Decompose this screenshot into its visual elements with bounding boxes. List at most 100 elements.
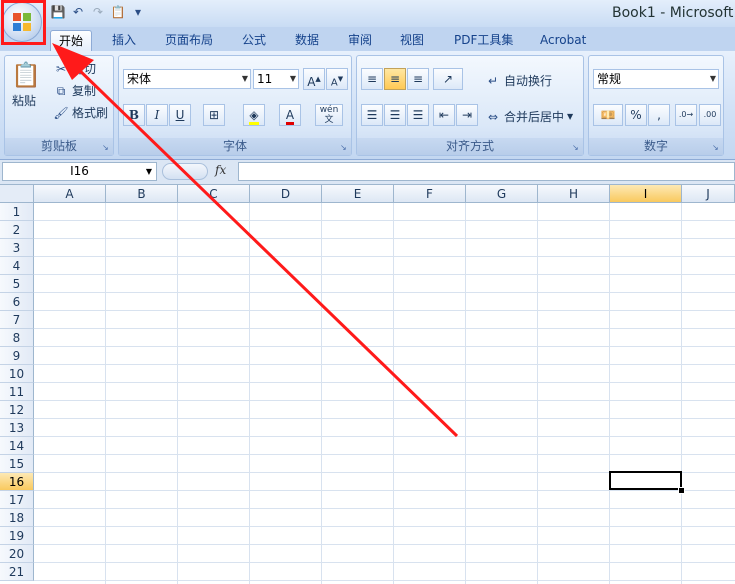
active-cell[interactable] xyxy=(609,471,682,490)
row-header-18[interactable]: 18 xyxy=(0,509,34,527)
align-left-button[interactable]: ☰ xyxy=(361,104,383,126)
row-header-15[interactable]: 15 xyxy=(0,455,34,473)
tab-acrobat[interactable]: Acrobat xyxy=(532,30,594,51)
select-all-button[interactable] xyxy=(0,185,34,203)
formula-bar: I16 ▼ fx xyxy=(0,160,735,185)
increase-indent-button[interactable]: ⇥ xyxy=(456,104,478,126)
worksheet-grid: ABCDEFGHIJ 1 2 3 4 5 6 7 8 9 10 11 12 13 14 15 16 17 18 19… xyxy=(0,185,735,584)
tab-data[interactable]: 数据 xyxy=(287,30,327,51)
tab-insert[interactable]: 插入 xyxy=(104,30,144,51)
tab-page-layout[interactable]: 页面布局 xyxy=(157,30,221,51)
grow-font-button[interactable]: A▲ xyxy=(303,68,325,90)
underline-button[interactable]: U xyxy=(169,104,191,126)
insert-function-icon[interactable]: fx xyxy=(215,163,226,177)
phonetic-button[interactable]: wén 文 xyxy=(315,104,343,126)
percent-button[interactable]: % xyxy=(625,104,647,126)
copy-icon: ⧉ xyxy=(56,83,66,98)
align-top-button[interactable]: ≡ xyxy=(361,68,383,90)
ribbon: 📋 粘贴 ✂ 剪切 ⧉ 复制 🖌 格式刷 剪贴板 ↘ 宋体 ▼ 11 ▼ A▲ A▼… xyxy=(0,51,735,160)
tab-pdf-tools[interactable]: PDF工具集 xyxy=(446,30,521,51)
column-header-G[interactable]: G xyxy=(466,185,538,203)
column-header-B[interactable]: B xyxy=(106,185,178,203)
borders-button[interactable]: ⊞ xyxy=(203,104,225,126)
align-middle-button[interactable]: ≡ xyxy=(384,68,406,90)
row-header-14[interactable]: 14 xyxy=(0,437,34,455)
row-header-4[interactable]: 4 xyxy=(0,257,34,275)
dialog-launcher-icon[interactable]: ↘ xyxy=(102,143,111,152)
row-header-1[interactable]: 1 xyxy=(0,203,34,221)
row-header-19[interactable]: 19 xyxy=(0,527,34,545)
row-header-6[interactable]: 6 xyxy=(0,293,34,311)
column-header-F[interactable]: F xyxy=(394,185,466,203)
wrap-text-button[interactable]: ↵ 自动换行 xyxy=(485,72,552,89)
decrease-decimal-button[interactable]: .00 xyxy=(699,104,721,126)
clipboard-group: 📋 粘贴 ✂ 剪切 ⧉ 复制 🖌 格式刷 剪贴板 ↘ xyxy=(4,55,114,156)
wrap-text-icon: ↵ xyxy=(487,73,499,88)
font-color-button[interactable]: A xyxy=(279,104,301,126)
font-name-select[interactable]: 宋体 ▼ xyxy=(123,69,251,89)
row-header-12[interactable]: 12 xyxy=(0,401,34,419)
row-header-20[interactable]: 20 xyxy=(0,545,34,563)
row-header-2[interactable]: 2 xyxy=(0,221,34,239)
align-bottom-button[interactable]: ≡ xyxy=(407,68,429,90)
row-header-9[interactable]: 9 xyxy=(0,347,34,365)
formula-bar-splitter[interactable] xyxy=(162,163,208,180)
row-header-21[interactable]: 21 xyxy=(0,563,34,581)
row-header-17[interactable]: 17 xyxy=(0,491,34,509)
row-header-7[interactable]: 7 xyxy=(0,311,34,329)
tab-view[interactable]: 视图 xyxy=(392,30,432,51)
increase-decimal-button[interactable]: .0→ xyxy=(675,104,697,126)
ribbon-tabs: 开始 插入 页面布局 公式 数据 审阅 视图 PDF工具集 Acrobat xyxy=(0,27,735,52)
title-bar: 💾 ↶ ↷ 📋 ▾ Book1 - Microsoft Ex xyxy=(0,0,735,27)
column-header-H[interactable]: H xyxy=(538,185,610,203)
cut-button[interactable]: ✂ 剪切 xyxy=(53,60,96,77)
dialog-launcher-icon[interactable]: ↘ xyxy=(712,143,721,152)
row-header-10[interactable]: 10 xyxy=(0,365,34,383)
fill-color-button[interactable]: ◈ xyxy=(243,104,265,126)
tab-home[interactable]: 开始 xyxy=(50,30,93,52)
shrink-font-button[interactable]: A▼ xyxy=(326,68,348,90)
save-icon[interactable]: 💾 xyxy=(50,4,66,20)
redo-icon[interactable]: ↷ xyxy=(90,4,106,20)
row-header-3[interactable]: 3 xyxy=(0,239,34,257)
fill-handle[interactable] xyxy=(678,487,685,494)
column-header-I[interactable]: I xyxy=(610,185,682,203)
orientation-button[interactable]: ↗ xyxy=(433,68,463,90)
format-painter-button[interactable]: 🖌 格式刷 xyxy=(53,104,108,121)
column-header-E[interactable]: E xyxy=(322,185,394,203)
font-size-select[interactable]: 11 ▼ xyxy=(253,69,299,89)
merge-center-button[interactable]: ⇔ 合并后居中 ▼ xyxy=(485,108,573,125)
comma-button[interactable]: , xyxy=(648,104,670,126)
bold-button[interactable]: B xyxy=(123,104,145,126)
column-header-J[interactable]: J xyxy=(682,185,735,203)
paste-icon[interactable]: 📋 xyxy=(110,4,126,20)
clipboard-icon: 📋 xyxy=(11,61,41,89)
accounting-format-button[interactable]: 💴 xyxy=(593,104,623,126)
name-box[interactable]: I16 ▼ xyxy=(2,162,157,181)
formula-input[interactable] xyxy=(238,162,735,181)
decrease-indent-button[interactable]: ⇤ xyxy=(433,104,455,126)
window-title: Book1 - Microsoft Ex xyxy=(612,5,735,21)
row-header-16[interactable]: 16 xyxy=(0,473,34,491)
align-center-button[interactable]: ☰ xyxy=(384,104,406,126)
dialog-launcher-icon[interactable]: ↘ xyxy=(340,143,349,152)
undo-icon[interactable]: ↶ xyxy=(70,4,86,20)
paste-button[interactable]: 📋 粘贴 xyxy=(11,60,41,109)
customize-qat-button[interactable]: ▾ xyxy=(130,4,146,20)
column-header-A[interactable]: A xyxy=(34,185,106,203)
row-header-5[interactable]: 5 xyxy=(0,275,34,293)
column-header-D[interactable]: D xyxy=(250,185,322,203)
row-header-13[interactable]: 13 xyxy=(0,419,34,437)
row-header-11[interactable]: 11 xyxy=(0,383,34,401)
align-right-button[interactable]: ☰ xyxy=(407,104,429,126)
column-header-C[interactable]: C xyxy=(178,185,250,203)
row-header-8[interactable]: 8 xyxy=(0,329,34,347)
tab-formulas[interactable]: 公式 xyxy=(234,30,274,51)
cells-area[interactable] xyxy=(34,203,735,584)
copy-button[interactable]: ⧉ 复制 xyxy=(53,82,96,99)
dropdown-arrow-icon: ▼ xyxy=(709,74,716,83)
tab-review[interactable]: 审阅 xyxy=(340,30,380,51)
italic-button[interactable]: I xyxy=(146,104,168,126)
number-format-select[interactable]: 常规 ▼ xyxy=(593,69,719,89)
dialog-launcher-icon[interactable]: ↘ xyxy=(572,143,581,152)
